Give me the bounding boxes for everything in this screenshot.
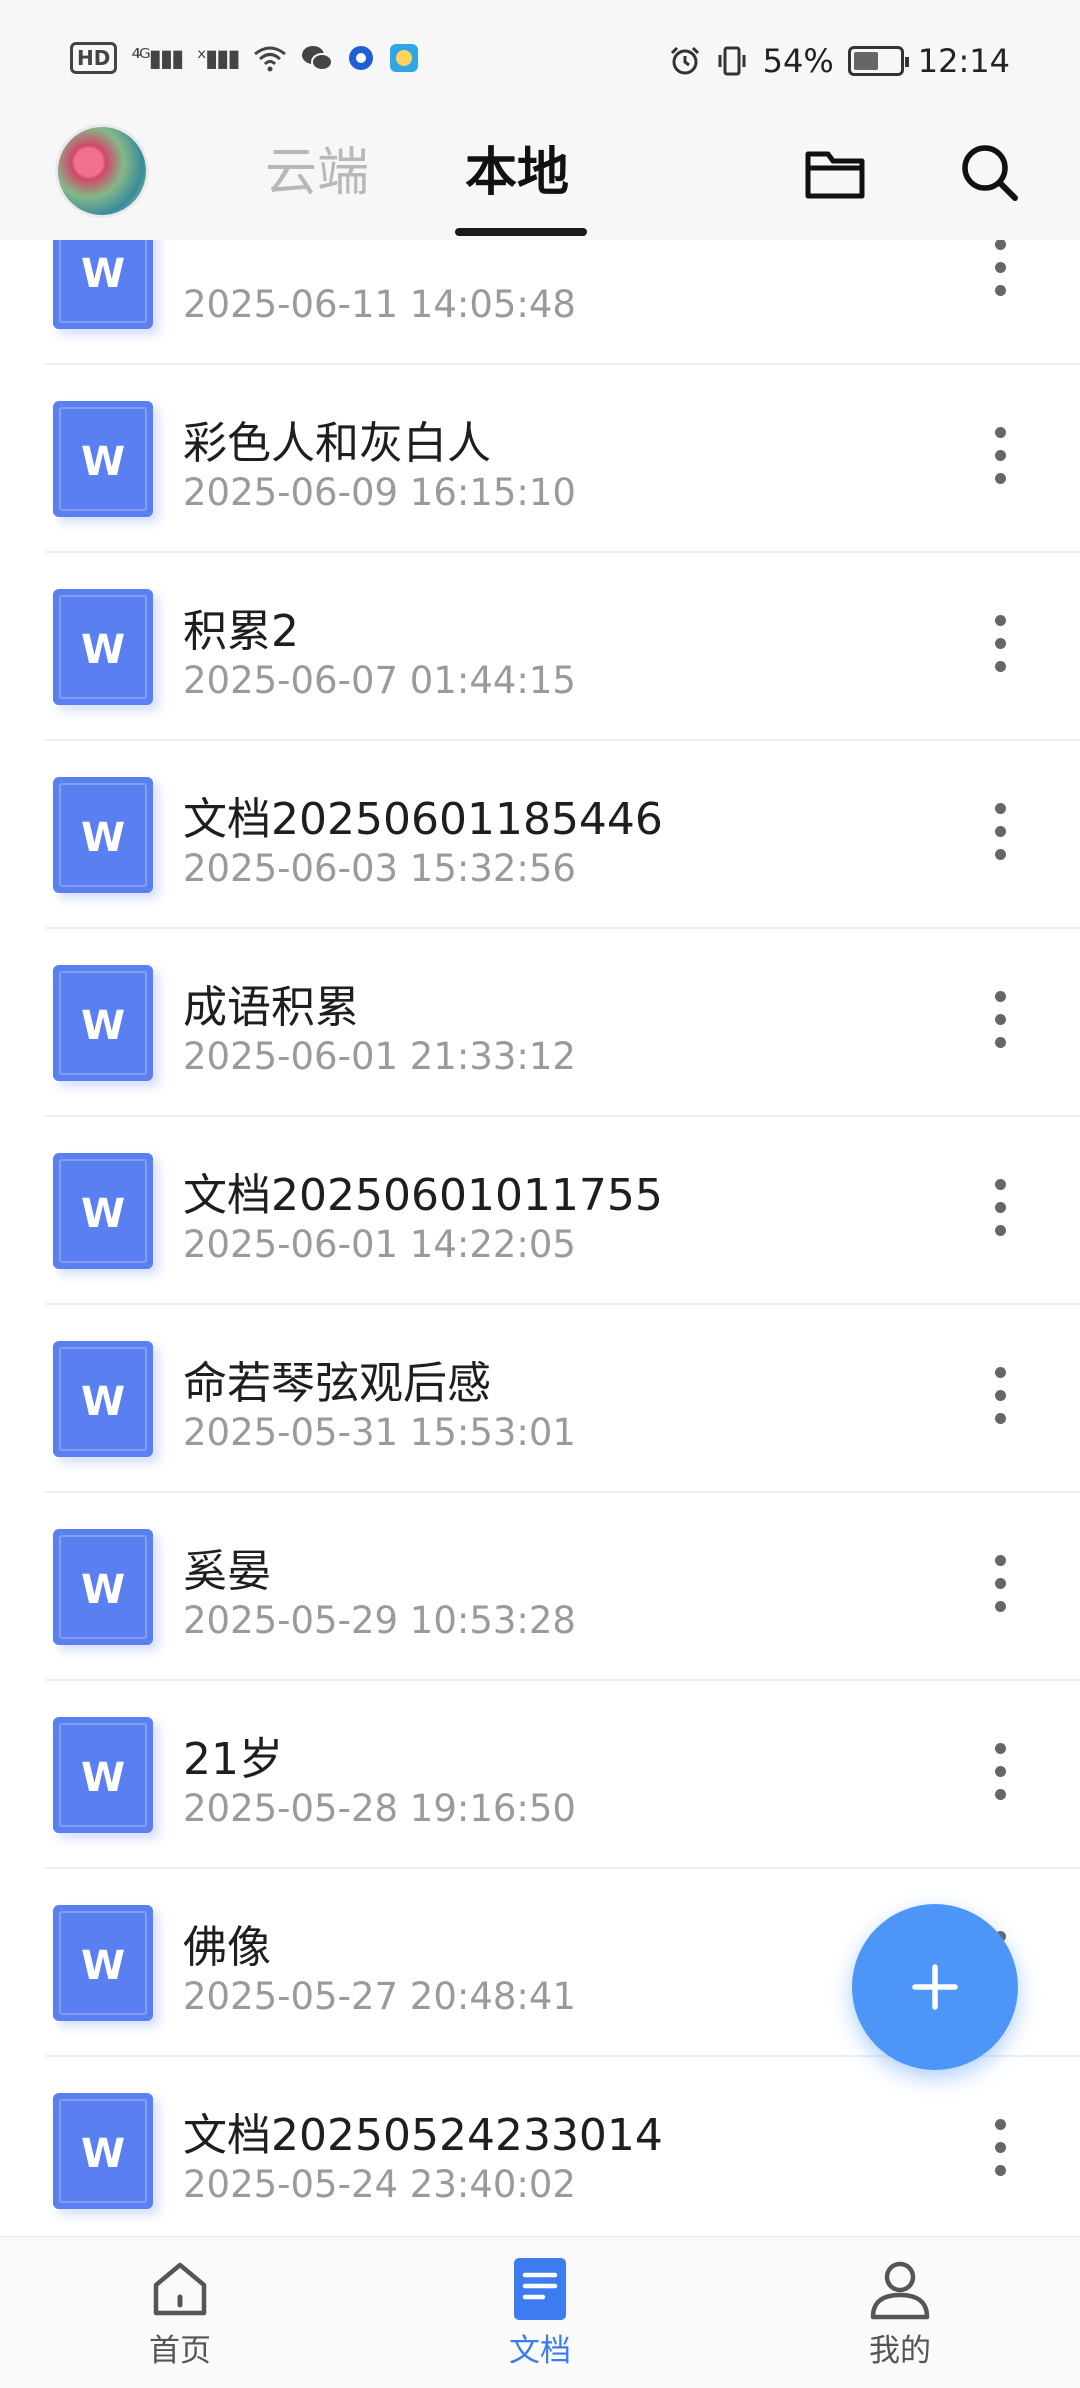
file-title: 命若琴弦观后感 xyxy=(183,1358,491,1409)
nav-label-mine: 我的 xyxy=(869,2333,931,2369)
word-document-icon-letter: W xyxy=(80,1191,126,1237)
tab-local[interactable]: 本地 xyxy=(465,130,569,205)
nav-label-documents: 文档 xyxy=(509,2333,571,2369)
bottom-navigation: 首页 文档 我的 xyxy=(0,2236,1080,2388)
more-options-icon[interactable] xyxy=(985,1367,1015,1433)
document-icon xyxy=(514,2258,566,2320)
nav-item-mine[interactable]: 我的 xyxy=(820,2255,980,2370)
file-row[interactable]: W 成语积累 2025-06-01 21:33:12 xyxy=(45,929,1080,1117)
hd-icon: HD xyxy=(70,42,118,74)
file-title: 奚晏 xyxy=(183,1546,271,1597)
word-document-icon: W xyxy=(53,240,153,329)
word-document-icon-letter: W xyxy=(80,2131,126,2177)
avatar[interactable] xyxy=(55,124,149,218)
file-title: 21岁 xyxy=(183,1734,283,1785)
battery-percent: 54% xyxy=(762,42,834,80)
battery-icon xyxy=(847,46,909,76)
word-document-icon-letter: W xyxy=(80,1003,126,1049)
more-options-icon[interactable] xyxy=(985,2119,1015,2185)
tab-cloud[interactable]: 云端 xyxy=(265,130,369,205)
word-document-icon: W xyxy=(53,589,153,705)
file-row[interactable]: W 文档20250601185446 2025-06-03 15:32:56 xyxy=(45,741,1080,929)
folder-icon[interactable] xyxy=(800,138,870,208)
file-title: 文档20250601185446 xyxy=(183,794,663,845)
word-document-icon-letter: W xyxy=(80,1943,126,1989)
wifi-icon xyxy=(253,46,286,72)
app-icon-2 xyxy=(389,44,418,72)
word-document-icon: W xyxy=(53,1153,153,1269)
app-header: 云端 本地 xyxy=(0,120,1080,240)
file-row[interactable]: W 命若琴弦观后感 2025-05-31 15:53:01 xyxy=(45,1305,1080,1493)
status-bar: HD ⁴ᴳ▮▮▮ ˣ▮▮▮ 54% 12:14 xyxy=(0,0,1080,120)
more-options-icon[interactable] xyxy=(985,1555,1015,1621)
nav-label-home: 首页 xyxy=(149,2333,211,2369)
word-document-icon-letter: W xyxy=(80,1567,126,1613)
word-document-icon: W xyxy=(53,1717,153,1833)
file-row[interactable]: W 积累2 2025-06-07 01:44:15 xyxy=(45,553,1080,741)
word-document-icon: W xyxy=(53,1529,153,1645)
file-date: 2025-05-29 10:53:28 xyxy=(183,1599,576,1642)
add-document-button[interactable] xyxy=(852,1904,1018,2070)
word-document-icon: W xyxy=(53,777,153,893)
word-document-icon-letter: W xyxy=(80,251,126,297)
word-document-icon: W xyxy=(53,965,153,1081)
nav-item-documents[interactable]: 文档 xyxy=(460,2255,620,2370)
file-date: 2025-05-31 15:53:01 xyxy=(183,1411,576,1454)
clock: 12:14 xyxy=(917,42,1010,80)
file-date: 2025-05-24 23:40:02 xyxy=(183,2163,576,2206)
file-title: 文档20250601011755 xyxy=(183,1170,663,1221)
file-date: 2025-06-01 14:22:05 xyxy=(183,1223,576,1266)
word-document-icon-letter: W xyxy=(80,439,126,485)
signal-4g-icon: ⁴ᴳ▮▮▮ xyxy=(131,44,184,72)
signal-off-icon: ˣ▮▮▮ xyxy=(196,44,240,72)
file-date: 2025-06-11 14:05:48 xyxy=(183,283,576,326)
more-options-icon[interactable] xyxy=(985,1743,1015,1809)
word-document-icon-letter: W xyxy=(80,1379,126,1425)
more-options-icon[interactable] xyxy=(985,615,1015,681)
word-document-icon: W xyxy=(53,401,153,517)
file-date: 2025-06-07 01:44:15 xyxy=(183,659,576,702)
file-date: 2025-06-09 16:15:10 xyxy=(183,471,576,514)
file-date: 2025-06-03 15:32:56 xyxy=(183,847,576,890)
active-tab-indicator xyxy=(455,228,587,236)
word-document-icon-letter: W xyxy=(80,815,126,861)
status-icons-right: 54% 12:14 xyxy=(669,42,1010,80)
word-document-icon: W xyxy=(53,1341,153,1457)
word-document-icon-letter: W xyxy=(80,1755,126,1801)
plus-icon xyxy=(912,1964,958,2010)
file-row[interactable]: W 文档20250601011755 2025-06-01 14:22:05 xyxy=(45,1117,1080,1305)
word-document-icon: W xyxy=(53,1905,153,2021)
file-row[interactable]: W 彩色人和灰白人 2025-06-09 16:15:10 xyxy=(45,365,1080,553)
alarm-icon xyxy=(670,46,699,75)
file-row[interactable]: W 2025-06-11 14:05:48 xyxy=(45,240,1080,365)
more-options-icon[interactable] xyxy=(985,427,1015,493)
vibrate-icon xyxy=(718,46,746,76)
app-icon xyxy=(348,46,373,70)
file-title: 成语积累 xyxy=(183,982,359,1033)
nav-item-home[interactable]: 首页 xyxy=(100,2255,260,2370)
more-options-icon[interactable] xyxy=(985,1179,1015,1245)
more-options-icon[interactable] xyxy=(985,803,1015,869)
file-date: 2025-06-01 21:33:12 xyxy=(183,1035,576,1078)
more-options-icon[interactable] xyxy=(985,991,1015,1057)
file-title: 文档20250524233014 xyxy=(183,2110,663,2161)
file-row[interactable]: W 21岁 2025-05-28 19:16:50 xyxy=(45,1681,1080,1869)
wechat-icon xyxy=(301,46,333,71)
search-icon[interactable] xyxy=(955,138,1025,208)
file-title: 积累2 xyxy=(183,606,299,657)
file-title: 彩色人和灰白人 xyxy=(183,418,491,469)
file-title: 佛像 xyxy=(183,1922,271,1973)
word-document-icon-letter: W xyxy=(80,627,126,673)
file-row[interactable]: W 文档20250524233014 2025-05-24 23:40:02 xyxy=(45,2057,1080,2235)
home-icon xyxy=(153,2262,207,2316)
status-icons-left: HD ⁴ᴳ▮▮▮ ˣ▮▮▮ xyxy=(70,42,419,74)
file-date: 2025-05-28 19:16:50 xyxy=(183,1787,576,1830)
profile-icon xyxy=(870,2261,930,2320)
file-row[interactable]: W 奚晏 2025-05-29 10:53:28 xyxy=(45,1493,1080,1681)
file-date: 2025-05-27 20:48:41 xyxy=(183,1975,576,2018)
battery-level xyxy=(853,52,878,70)
word-document-icon: W xyxy=(53,2093,153,2209)
more-options-icon[interactable] xyxy=(985,240,1015,305)
